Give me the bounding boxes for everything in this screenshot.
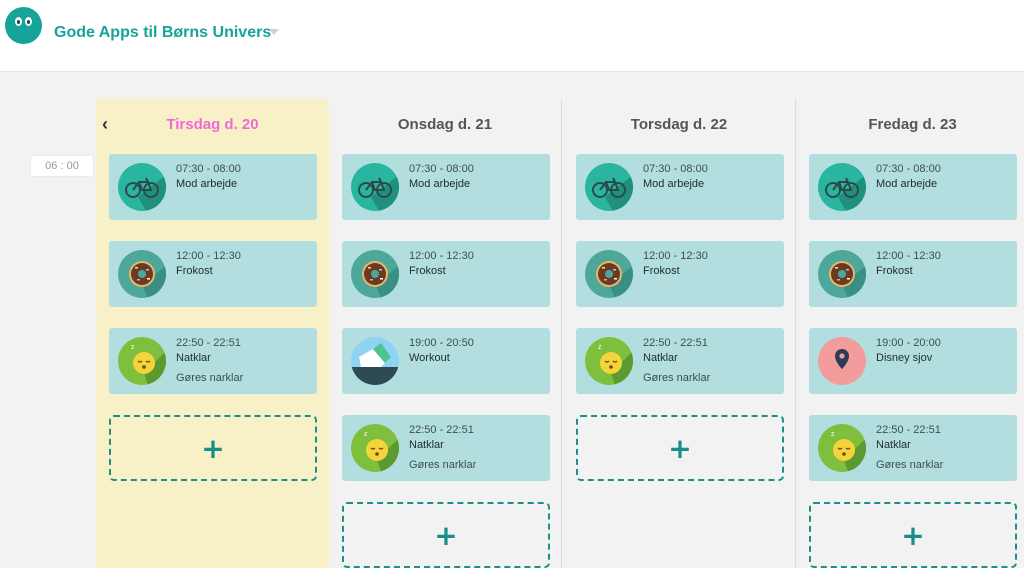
day-header[interactable]: Onsdag d. 21 xyxy=(329,116,561,133)
event-title: Frokost xyxy=(409,265,446,277)
event-card[interactable]: 19:00 - 20:00 Disney sjov xyxy=(809,328,1017,394)
event-card[interactable]: 07:30 - 08:00 Mod arbejde xyxy=(576,154,784,220)
event-note: Gøres narklar xyxy=(876,459,944,471)
event-card[interactable]: 12:00 - 12:30 Frokost xyxy=(809,241,1017,307)
event-title: Natklar xyxy=(876,439,911,451)
event-time: 07:30 - 08:00 xyxy=(876,163,941,175)
donut-icon xyxy=(585,250,633,298)
bicycle-icon xyxy=(351,163,399,211)
day-header[interactable]: Torsdag d. 22 xyxy=(563,116,795,133)
add-event-button[interactable]: + xyxy=(109,415,317,481)
plus-icon: + xyxy=(434,518,458,552)
plus-icon: + xyxy=(201,431,225,465)
event-time: 07:30 - 08:00 xyxy=(409,163,474,175)
logo-eye-left xyxy=(15,17,22,26)
svg-text:z: z xyxy=(831,431,835,438)
top-bar: Gode Apps til Børns Univers xyxy=(0,0,1024,72)
day-header[interactable]: Tirsdag d. 20 xyxy=(96,116,329,133)
event-card[interactable]: z 22:50 - 22:51 Natklar Gøres narklar xyxy=(809,415,1017,481)
sleepy-face-icon: z xyxy=(118,337,166,385)
chevron-down-icon[interactable] xyxy=(269,29,279,35)
sleepy-face-icon: z xyxy=(351,424,399,472)
plus-icon: + xyxy=(668,431,692,465)
event-title: Natklar xyxy=(176,352,211,364)
event-title: Natklar xyxy=(643,352,678,364)
event-title: Natklar xyxy=(409,439,444,451)
donut-icon xyxy=(351,250,399,298)
app-title[interactable]: Gode Apps til Børns Univers xyxy=(54,24,271,42)
event-time: 07:30 - 08:00 xyxy=(176,163,241,175)
event-note: Gøres narklar xyxy=(643,372,711,384)
day-column: ‹ Tirsdag d. 20 07:30 - 08:00 Mod arbejde 12… xyxy=(96,99,329,568)
event-note: Gøres narklar xyxy=(176,372,244,384)
bicycle-icon xyxy=(818,163,866,211)
location-pin-icon xyxy=(818,337,866,385)
day-header[interactable]: Fredag d. 23 xyxy=(796,116,1024,133)
event-card[interactable]: z 22:50 - 22:51 Natklar Gøres narklar xyxy=(342,415,550,481)
event-title: Frokost xyxy=(643,265,680,277)
event-time: 19:00 - 20:50 xyxy=(409,337,474,349)
event-time: 12:00 - 12:30 xyxy=(876,250,941,262)
event-time: 22:50 - 22:51 xyxy=(176,337,241,349)
event-time: 12:00 - 12:30 xyxy=(643,250,708,262)
event-title: Mod arbejde xyxy=(176,178,238,190)
event-card[interactable]: 07:30 - 08:00 Mod arbejde xyxy=(809,154,1017,220)
event-time: 22:50 - 22:51 xyxy=(876,424,941,436)
event-card[interactable]: 07:30 - 08:00 Mod arbejde xyxy=(342,154,550,220)
bicycle-icon xyxy=(118,163,166,211)
running-shoe-icon xyxy=(351,337,399,385)
svg-text:z: z xyxy=(131,344,135,351)
event-title: Mod arbejde xyxy=(876,178,938,190)
event-card[interactable]: 19:00 - 20:50 Workout xyxy=(342,328,550,394)
event-card[interactable]: z 22:50 - 22:51 Natklar Gøres narklar xyxy=(109,328,317,394)
event-card[interactable]: z 22:50 - 22:51 Natklar Gøres narklar xyxy=(576,328,784,394)
event-time: 12:00 - 12:30 xyxy=(409,250,474,262)
event-card[interactable]: 07:30 - 08:00 Mod arbejde xyxy=(109,154,317,220)
event-time: 07:30 - 08:00 xyxy=(643,163,708,175)
event-card[interactable]: 12:00 - 12:30 Frokost xyxy=(576,241,784,307)
donut-icon xyxy=(818,250,866,298)
day-column: Onsdag d. 21 07:30 - 08:00 Mod arbejde 12:0… xyxy=(329,99,562,568)
add-event-button[interactable]: + xyxy=(809,502,1017,568)
donut-icon xyxy=(118,250,166,298)
event-title: Disney sjov xyxy=(876,352,933,364)
event-title: Frokost xyxy=(876,265,913,277)
bicycle-icon xyxy=(585,163,633,211)
event-card[interactable]: 12:00 - 12:30 Frokost xyxy=(342,241,550,307)
event-time: 19:00 - 20:00 xyxy=(876,337,941,349)
event-note: Gøres narklar xyxy=(409,459,477,471)
event-title: Mod arbejde xyxy=(643,178,705,190)
event-card[interactable]: 12:00 - 12:30 Frokost xyxy=(109,241,317,307)
plus-icon: + xyxy=(901,518,925,552)
event-time: 12:00 - 12:30 xyxy=(176,250,241,262)
svg-text:z: z xyxy=(598,344,602,351)
sleepy-face-icon: z xyxy=(585,337,633,385)
app-logo-icon[interactable] xyxy=(5,7,42,44)
event-title: Workout xyxy=(409,352,450,364)
event-title: Frokost xyxy=(176,265,213,277)
logo-eye-right xyxy=(25,17,32,26)
add-event-button[interactable]: + xyxy=(576,415,784,481)
event-title: Mod arbejde xyxy=(409,178,471,190)
day-column: Torsdag d. 22 07:30 - 08:00 Mod arbejde 12:… xyxy=(563,99,796,568)
day-column: Fredag d. 23 07:30 - 08:00 Mod arbejde 12:0… xyxy=(796,99,1024,568)
sleepy-face-icon: z xyxy=(818,424,866,472)
add-event-button[interactable]: + xyxy=(342,502,550,568)
time-slot-label: 06 : 00 xyxy=(30,155,94,177)
event-time: 22:50 - 22:51 xyxy=(643,337,708,349)
svg-text:z: z xyxy=(364,431,368,438)
event-time: 22:50 - 22:51 xyxy=(409,424,474,436)
